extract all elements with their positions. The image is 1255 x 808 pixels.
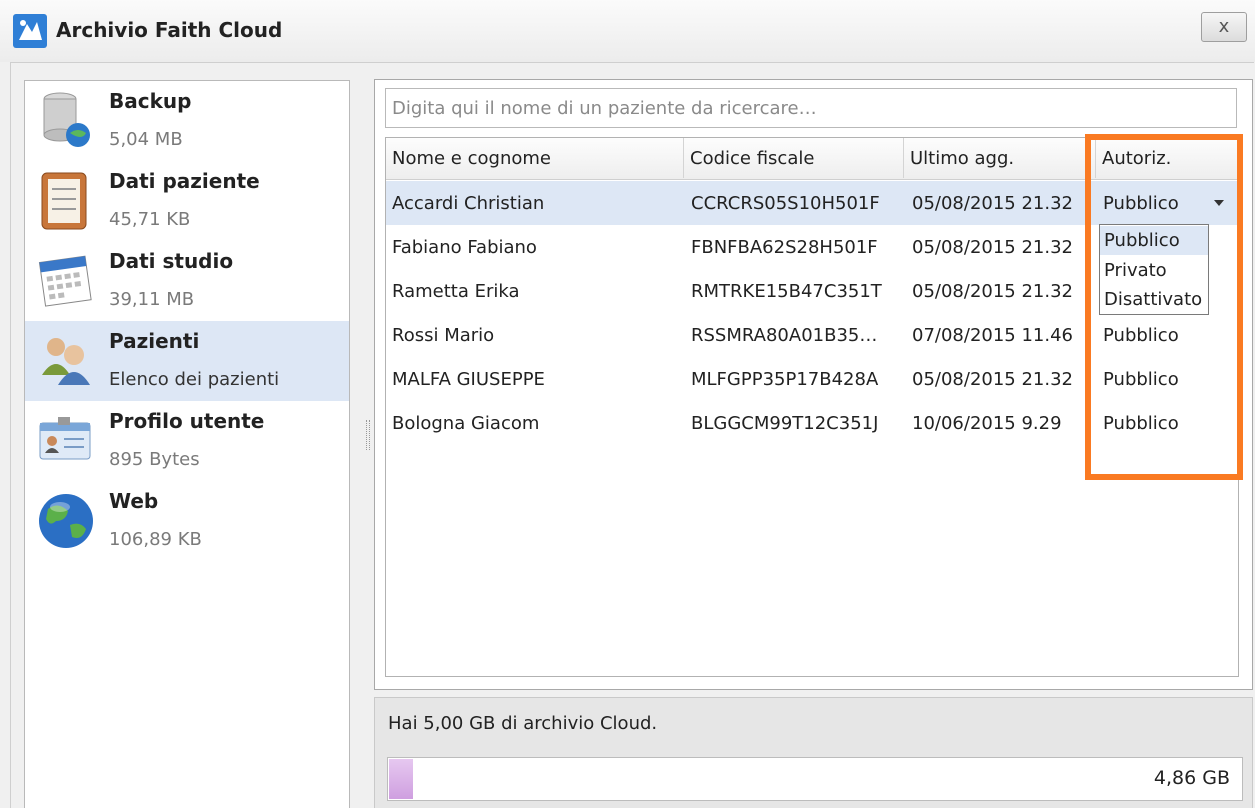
cell-updated: 05/08/2015 21.32 [912, 193, 1073, 214]
calendar-icon [38, 255, 92, 307]
table-row[interactable]: Rossi Mario RSSMRA80A01B35… 07/08/2015 1… [386, 313, 1238, 357]
table-row[interactable]: Bologna Giacom BLGGCM99T12C351J 10/06/20… [386, 401, 1238, 445]
column-header-authorization[interactable]: Autoriz. [1096, 138, 1238, 178]
chevron-down-icon[interactable] [1214, 200, 1224, 206]
cell-updated: 07/08/2015 11.46 [912, 325, 1073, 346]
sidebar-item-label: Web [109, 489, 159, 513]
cell-codice-fiscale: FBNFBA62S28H501F [691, 237, 878, 258]
sidebar-item-dati-paziente[interactable]: Dati paziente 45,71 KB [25, 161, 349, 241]
table-row[interactable]: MALFA GIUSEPPE MLFGPP35P17B428A 05/08/20… [386, 357, 1238, 401]
sidebar-item-dati-studio[interactable]: Dati studio 39,11 MB [25, 241, 349, 321]
dropdown-option-privato[interactable]: Privato [1100, 256, 1208, 285]
sidebar-item-size: 895 Bytes [109, 449, 200, 470]
cell-updated: 05/08/2015 21.32 [912, 281, 1073, 302]
id-card-icon [39, 417, 91, 460]
cell-codice-fiscale: MLFGPP35P17B428A [691, 369, 879, 390]
cell-authorization[interactable]: Pubblico [1103, 401, 1233, 445]
column-header-codice-fiscale[interactable]: Codice fiscale [684, 138, 904, 178]
table-row[interactable]: Accardi Christian CCRCRS05S10H501F 05/08… [386, 181, 1238, 225]
storage-free-label: 4,86 GB [1153, 767, 1230, 789]
column-header-updated[interactable]: Ultimo agg. [904, 138, 1096, 178]
table-header: Nome e cognome Codice fiscale Ultimo agg… [386, 138, 1238, 180]
window-title: Archivio Faith Cloud [56, 18, 283, 42]
cell-authorization[interactable]: Pubblico [1103, 313, 1233, 357]
cell-updated: 10/06/2015 9.29 [912, 413, 1062, 434]
cell-authorization[interactable]: Pubblico [1103, 357, 1233, 401]
sidebar-item-web[interactable]: Web 106,89 KB [25, 481, 349, 561]
cell-updated: 05/08/2015 21.32 [912, 369, 1073, 390]
sidebar-item-label: Backup [109, 89, 192, 113]
sidebar-item-backup[interactable]: Backup 5,04 MB [25, 81, 349, 161]
dropdown-option-disattivato[interactable]: Disattivato [1100, 285, 1208, 314]
column-header-name[interactable]: Nome e cognome [386, 138, 684, 178]
dropdown-option-pubblico[interactable]: Pubblico [1100, 226, 1208, 255]
sidebar-item-pazienti[interactable]: Pazienti Elenco dei pazienti [25, 321, 349, 401]
cell-name: Accardi Christian [392, 193, 545, 214]
cell-codice-fiscale: BLGGCM99T12C351J [691, 413, 879, 434]
splitter-handle[interactable] [366, 420, 370, 450]
sidebar-item-label: Pazienti [109, 329, 200, 353]
sidebar-item-label: Profilo utente [109, 409, 265, 433]
cell-updated: 05/08/2015 21.32 [912, 237, 1073, 258]
title-bar: Archivio Faith Cloud x [0, 0, 1255, 62]
cell-codice-fiscale: CCRCRS05S10H501F [691, 193, 880, 214]
sidebar-item-size: 5,04 MB [109, 129, 183, 150]
sidebar: Backup 5,04 MB Dati paziente 45,71 KB Da… [24, 80, 350, 808]
sidebar-item-size: 45,71 KB [109, 209, 191, 230]
storage-progress-bar: 4,86 GB [387, 757, 1243, 801]
storage-progress-fill [389, 759, 413, 799]
cell-name: Rossi Mario [392, 325, 495, 346]
globe-icon [39, 494, 93, 548]
database-globe-icon [43, 92, 90, 147]
cell-codice-fiscale: RMTRKE15B47C351T [691, 281, 882, 302]
cell-name: Fabiano Fabiano [392, 237, 537, 258]
cell-name: Rametta Erika [392, 281, 520, 302]
sidebar-item-size: Elenco dei pazienti [109, 369, 280, 390]
cell-codice-fiscale: RSSMRA80A01B35… [691, 325, 878, 346]
search-input[interactable] [385, 88, 1237, 128]
cell-name: Bologna Giacom [392, 413, 540, 434]
app-logo-icon [13, 14, 47, 48]
sidebar-item-label: Dati paziente [109, 169, 260, 193]
storage-info-text: Hai 5,00 GB di archivio Cloud. [388, 713, 658, 734]
sidebar-item-size: 106,89 KB [109, 529, 202, 550]
authorization-dropdown-list: Pubblico Privato Disattivato [1099, 224, 1209, 315]
people-icon [42, 338, 90, 385]
cell-name: MALFA GIUSEPPE [392, 369, 545, 390]
clipboard-icon [41, 172, 87, 230]
sidebar-item-profilo-utente[interactable]: Profilo utente 895 Bytes [25, 401, 349, 481]
close-button[interactable]: x [1201, 12, 1247, 42]
sidebar-item-label: Dati studio [109, 249, 234, 273]
sidebar-item-size: 39,11 MB [109, 289, 195, 310]
